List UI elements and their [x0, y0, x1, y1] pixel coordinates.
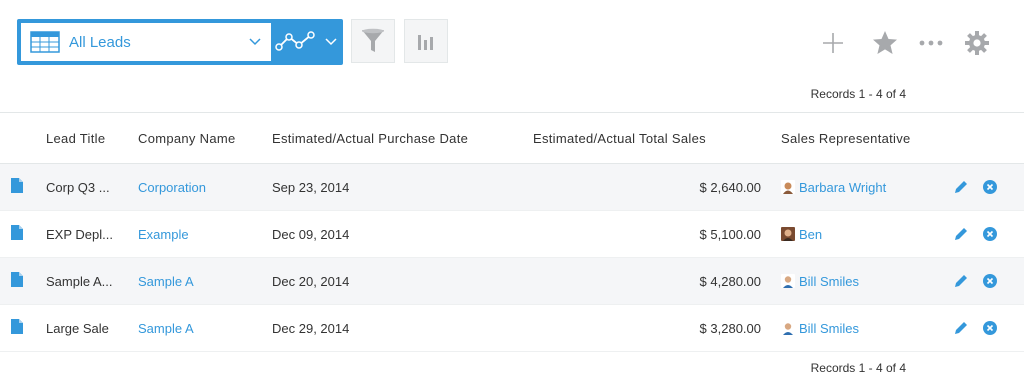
- lead-title-cell: Sample A...: [46, 257, 138, 305]
- edit-icon[interactable]: [953, 273, 969, 289]
- favorite-button[interactable]: [872, 28, 898, 58]
- sales-rep-link[interactable]: Barbara Wright: [799, 180, 886, 195]
- header-actions-spacer: [951, 113, 1024, 164]
- purchase-date: Sep 23, 2014: [272, 163, 533, 211]
- view-dropdown-label: All Leads: [69, 33, 131, 51]
- header-sales-rep[interactable]: Sales Representative: [781, 113, 951, 164]
- add-record-button[interactable]: [822, 28, 844, 58]
- view-selector: All Leads: [17, 19, 343, 65]
- more-options-button[interactable]: [919, 28, 943, 58]
- toolbar: All Leads Records 1 - 4 of 4: [0, 0, 1024, 101]
- leads-table: Lead Title Company Name Estimated/Actual…: [0, 113, 1024, 352]
- more-icon: [919, 40, 943, 46]
- graph-view-button[interactable]: [273, 23, 339, 61]
- actions-cell: [951, 210, 1024, 258]
- edit-icon[interactable]: [953, 226, 969, 242]
- bar-chart-icon: [418, 35, 433, 50]
- lead-title: Corp Q3 ...: [46, 180, 110, 196]
- edit-icon[interactable]: [953, 320, 969, 336]
- avatar: [781, 321, 795, 335]
- company-name-link[interactable]: Sample A: [138, 304, 272, 352]
- sales-rep-cell: Bill Smiles: [781, 304, 951, 352]
- document-icon[interactable]: [11, 272, 23, 287]
- sales-rep-cell: Bill Smiles: [781, 257, 951, 305]
- purchase-date: Dec 29, 2014: [272, 304, 533, 352]
- table-row: Large Sale Sample A Dec 29, 2014 $ 3,280…: [0, 304, 1024, 352]
- lead-title-cell: Large Sale: [46, 304, 138, 352]
- edit-icon[interactable]: [953, 179, 969, 195]
- header-purchase-date[interactable]: Estimated/Actual Purchase Date: [272, 113, 533, 164]
- lead-title-cell: Corp Q3 ...: [46, 163, 138, 211]
- records-count-top: Records 1 - 4 of 4: [810, 87, 906, 101]
- record-detail-cell: [0, 257, 46, 305]
- total-sales: $ 5,100.00: [533, 210, 781, 258]
- funnel-icon: [362, 28, 384, 52]
- delete-icon[interactable]: [983, 274, 997, 288]
- record-detail-cell: [0, 210, 46, 258]
- chevron-down-icon: [325, 38, 337, 46]
- document-icon[interactable]: [11, 225, 23, 240]
- delete-icon[interactable]: [983, 227, 997, 241]
- table-row: EXP Depl... Example Dec 09, 2014 $ 5,100…: [0, 210, 1024, 258]
- lead-title: Sample A...: [46, 274, 113, 290]
- header-spacer: [0, 113, 46, 164]
- avatar: [781, 227, 795, 241]
- delete-icon[interactable]: [983, 321, 997, 335]
- table-view-icon: [30, 31, 60, 53]
- table-row: Sample A... Sample A Dec 20, 2014 $ 4,28…: [0, 257, 1024, 305]
- header-total-sales[interactable]: Estimated/Actual Total Sales: [533, 113, 781, 164]
- total-sales: $ 2,640.00: [533, 163, 781, 211]
- sales-rep-cell: Barbara Wright: [781, 163, 951, 211]
- chevron-down-icon: [249, 38, 261, 46]
- plus-icon: [823, 33, 843, 53]
- purchase-date: Dec 20, 2014: [272, 257, 533, 305]
- header-lead-title[interactable]: Lead Title: [46, 113, 138, 164]
- company-name-link[interactable]: Example: [138, 210, 272, 258]
- delete-icon[interactable]: [983, 180, 997, 194]
- lead-title: Large Sale: [46, 321, 109, 337]
- actions-cell: [951, 163, 1024, 211]
- gear-icon: [965, 31, 989, 55]
- table-header-row: Lead Title Company Name Estimated/Actual…: [0, 113, 1024, 164]
- view-dropdown[interactable]: All Leads: [21, 23, 271, 61]
- company-name-link[interactable]: Sample A: [138, 257, 272, 305]
- sales-rep-link[interactable]: Bill Smiles: [799, 321, 859, 336]
- sales-rep-cell: Ben: [781, 210, 951, 258]
- table-row: Corp Q3 ... Corporation Sep 23, 2014 $ 2…: [0, 163, 1024, 211]
- purchase-date: Dec 09, 2014: [272, 210, 533, 258]
- actions-cell: [951, 257, 1024, 305]
- header-company-name[interactable]: Company Name: [138, 113, 272, 164]
- actions-cell: [951, 304, 1024, 352]
- record-detail-cell: [0, 304, 46, 352]
- star-icon: [873, 31, 897, 54]
- document-icon[interactable]: [11, 319, 23, 334]
- document-icon[interactable]: [11, 178, 23, 193]
- settings-button[interactable]: [964, 28, 990, 58]
- total-sales: $ 4,280.00: [533, 257, 781, 305]
- chart-button[interactable]: [404, 19, 448, 63]
- avatar: [781, 274, 795, 288]
- avatar: [781, 180, 795, 194]
- graph-icon: [275, 31, 315, 51]
- lead-title-cell: EXP Depl...: [46, 210, 138, 258]
- lead-title: EXP Depl...: [46, 227, 113, 243]
- records-count-bottom: Records 1 - 4 of 4: [810, 361, 906, 375]
- sales-rep-link[interactable]: Bill Smiles: [799, 274, 859, 289]
- record-detail-cell: [0, 163, 46, 211]
- total-sales: $ 3,280.00: [533, 304, 781, 352]
- sales-rep-link[interactable]: Ben: [799, 227, 822, 242]
- company-name-link[interactable]: Corporation: [138, 163, 272, 211]
- filter-button[interactable]: [351, 19, 395, 63]
